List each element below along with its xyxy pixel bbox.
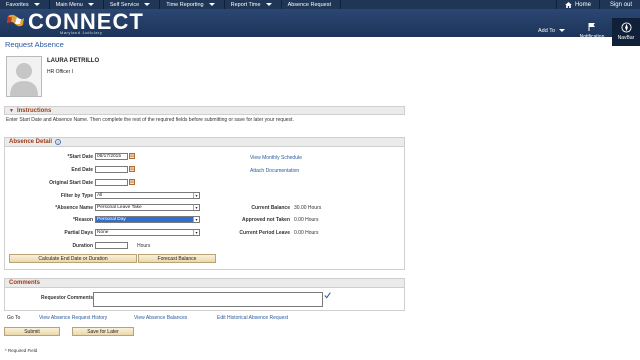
logo-subtitle: Maryland Judiciary — [60, 30, 103, 35]
nav-main-menu[interactable]: Main Menu — [50, 0, 104, 9]
requestor-comments-textarea[interactable] — [93, 292, 323, 307]
maryland-flag-icon — [7, 14, 24, 27]
calendar-icon[interactable]: 31 — [129, 166, 135, 172]
add-to-label: Add To — [538, 28, 556, 34]
nav-report-time[interactable]: Report Time — [225, 0, 282, 9]
notification-label: Notification — [579, 34, 605, 40]
current-balance-value: 30.00 Hours — [294, 205, 322, 211]
view-absence-request-history-link[interactable]: View Absence Request History — [39, 315, 107, 321]
chevron-down-icon — [265, 3, 272, 6]
absence-detail-header: Absence Detail ? — [5, 138, 404, 147]
collapse-triangle-icon: ▼ — [9, 107, 14, 114]
requestor-comments-label: Requestor Comments — [41, 295, 93, 301]
page-title: Request Absence — [5, 40, 64, 49]
partial-days-value: None — [97, 230, 109, 235]
navbar-button[interactable]: NavBar — [612, 18, 640, 46]
comments-header: Comments — [5, 279, 404, 288]
reason-value: Personal Day — [97, 217, 126, 222]
chevron-down-icon — [87, 3, 94, 6]
attach-documentation-link[interactable]: Attach Documentation — [250, 168, 299, 174]
nav-self-service[interactable]: Self Service — [104, 0, 161, 9]
spellcheck-icon[interactable] — [324, 292, 331, 299]
header-banner: CONNECT Maryland Judiciary Add To Notifi… — [0, 9, 640, 46]
chevron-down-icon — [208, 3, 215, 6]
add-to-menu[interactable]: Add To — [538, 28, 566, 34]
sign-out-link[interactable]: Sign out — [598, 0, 640, 9]
top-navigation-bar: Favorites Main Menu Self Service Time Re… — [0, 0, 640, 9]
chevron-down-icon: ▾ — [193, 205, 199, 210]
flag-icon — [588, 23, 595, 31]
connect-logo[interactable]: CONNECT — [4, 9, 144, 34]
chevron-down-icon: ▾ — [193, 230, 199, 235]
chevron-down-icon: ▾ — [193, 217, 199, 222]
approved-not-taken-value: 0.00 Hours — [294, 217, 319, 223]
chevron-down-icon — [33, 3, 40, 6]
absence-name-value: Personal Leave Take — [97, 205, 142, 210]
view-absence-balances-link[interactable]: View Absence Balances — [134, 315, 187, 321]
nav-main-menu-label: Main Menu — [55, 1, 83, 8]
partial-days-label: Partial Days — [64, 230, 93, 236]
reason-label: *Reason — [72, 217, 93, 223]
help-icon[interactable]: ? — [55, 139, 62, 145]
nav-time-reporting[interactable]: Time Reporting — [160, 0, 225, 9]
absence-name-label: *Absence Name — [55, 205, 93, 211]
absence-name-select[interactable]: Personal Leave Take ▾ — [95, 204, 200, 211]
original-start-date-label: Original Start Date — [49, 180, 93, 186]
partial-days-select[interactable]: None ▾ — [95, 229, 200, 236]
reason-select[interactable]: Personal Day ▾ — [95, 216, 200, 223]
calendar-icon[interactable]: 31 — [129, 179, 135, 185]
view-monthly-schedule-link[interactable]: View Monthly Schedule — [250, 155, 302, 161]
calendar-icon[interactable]: 31 — [129, 153, 135, 159]
instructions-header[interactable]: ▼ Instructions — [4, 106, 405, 115]
save-for-later-button[interactable]: Save for Later — [72, 327, 134, 336]
end-date-label: End Date — [71, 167, 93, 173]
nav-self-service-label: Self Service — [109, 1, 140, 8]
start-date-field[interactable]: 09/17/2015 — [95, 153, 128, 160]
comments-title: Comments — [9, 280, 41, 286]
navbar-label: NavBar — [617, 35, 635, 41]
go-to-label: Go To — [7, 315, 21, 321]
compass-icon — [620, 22, 632, 33]
employee-name: LAURA PETRILLO — [47, 58, 100, 64]
approved-not-taken-label: Approved not Taken — [242, 217, 290, 223]
duration-label: Duration — [72, 243, 93, 249]
current-balance-label: Current Balance — [251, 205, 290, 211]
nav-absence-request-label: Absence Request — [287, 1, 331, 8]
chevron-down-icon — [559, 29, 566, 32]
current-period-leave-label: Current Period Leave — [239, 230, 290, 236]
current-period-leave-value: 0.00 Hours — [294, 230, 319, 236]
calculate-end-date-button[interactable]: Calculate End Date or Duration — [9, 254, 137, 263]
nav-time-reporting-label: Time Reporting — [166, 1, 204, 8]
instructions-title: Instructions — [16, 107, 52, 114]
filter-by-type-select[interactable]: All ▾ — [95, 192, 200, 199]
end-date-field[interactable] — [95, 166, 128, 173]
logo-text: CONNECT — [28, 9, 144, 34]
employee-title: HR Officer I — [47, 69, 74, 75]
duration-unit: Hours — [137, 243, 151, 249]
nav-absence-request[interactable]: Absence Request — [282, 0, 341, 9]
forecast-balance-button[interactable]: Forecast Balance — [138, 254, 216, 263]
absence-detail-title: Absence Detail — [9, 139, 53, 145]
person-silhouette-icon — [10, 63, 38, 96]
start-date-label: *Start Date — [67, 154, 93, 160]
nav-report-time-label: Report Time — [230, 1, 261, 8]
home-icon — [565, 1, 572, 8]
nav-favorites[interactable]: Favorites — [0, 0, 50, 9]
instructions-text: Enter Start Date and Absence Name. Then … — [6, 117, 294, 123]
filter-by-type-label: Filter by Type — [60, 193, 93, 199]
duration-field[interactable] — [95, 242, 128, 249]
submit-button[interactable]: Submit — [4, 327, 60, 336]
avatar — [6, 56, 42, 97]
edit-historical-absence-request-link[interactable]: Edit Historical Absence Request — [217, 315, 288, 321]
filter-by-type-value: All — [97, 193, 103, 198]
home-label: Home — [574, 1, 591, 8]
required-field-note: * Required Field — [5, 348, 38, 353]
chevron-down-icon — [144, 3, 151, 6]
home-link[interactable]: Home — [555, 0, 599, 9]
nav-favorites-label: Favorites — [6, 1, 29, 8]
chevron-down-icon: ▾ — [193, 193, 199, 198]
notification-button[interactable]: Notification — [578, 22, 606, 40]
original-start-date-field[interactable] — [95, 179, 128, 186]
